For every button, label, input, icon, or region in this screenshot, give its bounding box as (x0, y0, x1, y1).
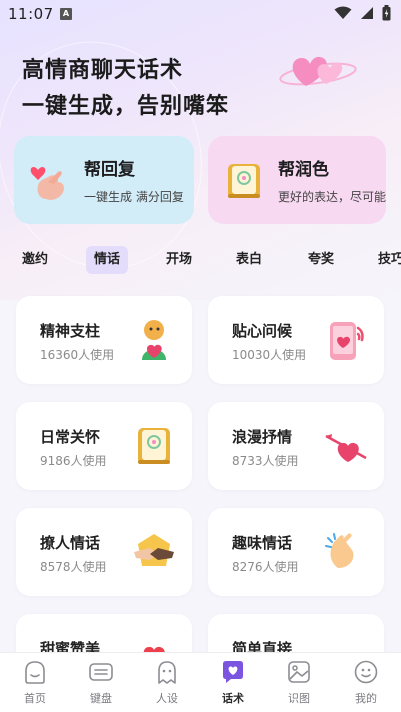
nav-label: 我的 (355, 692, 377, 705)
reply-helper-card[interactable]: 帮回复 一键生成 满分回复 (14, 136, 194, 224)
tab-confession[interactable]: 表白 (228, 246, 270, 274)
topic-title: 浪漫抒情 (232, 428, 293, 446)
tab-opener[interactable]: 开场 (158, 246, 200, 274)
bottom-navigation: 首页 键盘 人设 话术 识图 我的 (0, 652, 401, 712)
tab-praise[interactable]: 夸奖 (300, 246, 342, 274)
status-icons (334, 5, 391, 21)
topic-title: 撩人情话 (40, 534, 101, 552)
nav-mine[interactable]: 我的 (333, 659, 399, 706)
signal-icon (361, 7, 373, 19)
topic-title: 趣味情话 (232, 534, 293, 552)
feature-subtitle: 更好的表达，尽可能 (278, 190, 386, 204)
topic-usage-count: 8733人使用 (232, 454, 299, 468)
topic-usage-count: 8276人使用 (232, 560, 299, 574)
notebook-icon (228, 164, 260, 198)
chat-heart-icon (223, 661, 243, 683)
topic-title: 贴心问候 (232, 322, 293, 340)
tab-love-words[interactable]: 情话 (86, 246, 129, 274)
nav-home[interactable]: 首页 (2, 659, 68, 706)
figure-heart-icon (142, 320, 166, 360)
topic-title: 日常关怀 (40, 428, 101, 446)
handshake-icon (134, 534, 174, 566)
keyboard-icon (89, 663, 113, 681)
nav-label: 话术 (222, 692, 244, 705)
nav-label: 人设 (156, 692, 178, 705)
tab-invite[interactable]: 邀约 (14, 246, 56, 274)
notification-badge-icon: A (60, 8, 72, 20)
topic-usage-count: 16360人使用 (40, 348, 115, 362)
feature-title: 帮润色 (278, 160, 329, 180)
nav-persona[interactable]: 人设 (134, 659, 200, 706)
smiley-icon (354, 660, 378, 684)
topic-usage-count: 10030人使用 (232, 348, 307, 362)
hearts-illustration-icon (279, 56, 357, 86)
topic-usage-count: 9186人使用 (40, 454, 107, 468)
nav-label: 识图 (288, 692, 310, 705)
home-face-icon (25, 661, 45, 684)
battery-icon (382, 5, 391, 21)
topic-card-flirty-words[interactable]: 撩人情话 8578人使用 (16, 508, 192, 596)
topic-card-daily-care[interactable]: 日常关怀 9186人使用 (16, 402, 192, 490)
polish-helper-card[interactable]: 帮润色 更好的表达，尽可能 (208, 136, 386, 224)
tab-tips[interactable]: 技巧 (370, 246, 401, 274)
category-tabs: 邀约 情话 开场 表白 夸奖 技巧 (0, 246, 401, 274)
nav-image-recognition[interactable]: 识图 (266, 659, 332, 706)
topic-card-caring-greeting[interactable]: 贴心问候 10030人使用 (208, 296, 384, 384)
feature-title: 帮回复 (84, 160, 135, 180)
nav-label: 键盘 (90, 692, 112, 705)
nav-label: 首页 (24, 692, 46, 705)
topic-card-romantic-lyric[interactable]: 浪漫抒情 8733人使用 (208, 402, 384, 490)
topic-card-fun-words[interactable]: 趣味情话 8276人使用 (208, 508, 384, 596)
nav-scripts[interactable]: 话术 (200, 659, 266, 706)
topic-usage-count: 8578人使用 (40, 560, 107, 574)
finger-heart-icon (30, 167, 64, 200)
headline-subtitle: 一键生成，告别嘴笨 (22, 94, 230, 119)
status-time: 11:07 (8, 5, 54, 23)
phone-heart-icon (330, 322, 364, 360)
clapping-hands-icon (325, 533, 354, 568)
nav-keyboard[interactable]: 键盘 (68, 659, 134, 706)
ghost-icon (158, 661, 176, 684)
topic-card-spiritual-support[interactable]: 精神支柱 16360人使用 (16, 296, 192, 384)
wifi-icon (334, 6, 352, 19)
notebook-icon (138, 428, 170, 464)
headline-title: 高情商聊天话术 (22, 58, 184, 83)
feature-subtitle: 一键生成 满分回复 (84, 190, 184, 204)
topic-title: 精神支柱 (40, 322, 101, 340)
arrow-heart-icon (325, 434, 367, 462)
image-icon (288, 661, 310, 683)
status-bar: 11:07 A (0, 0, 401, 28)
